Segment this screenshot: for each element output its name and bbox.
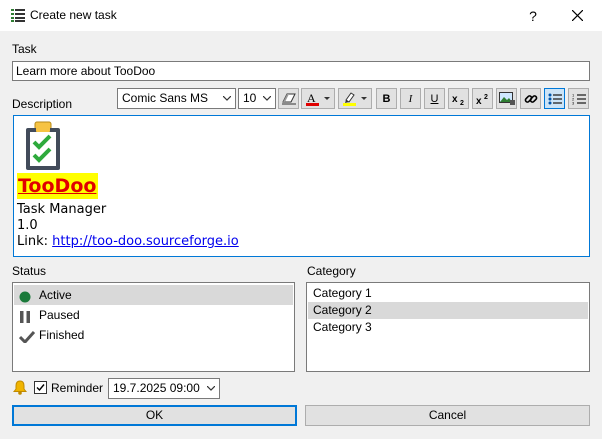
underline-button[interactable]: U <box>424 88 445 109</box>
svg-text:3: 3 <box>572 100 575 105</box>
task-list-icon <box>11 8 25 22</box>
close-icon <box>571 8 583 24</box>
cancel-button[interactable]: Cancel <box>305 405 590 426</box>
bold-button[interactable]: B <box>376 88 397 109</box>
highlighter-icon <box>342 91 368 107</box>
brand-name: TooDoo <box>17 173 99 199</box>
status-label: Status <box>12 264 47 278</box>
link-prefix: Link: <box>17 234 53 249</box>
image-icon <box>498 92 515 105</box>
version-line: 1.0 <box>17 218 38 233</box>
status-item-active[interactable]: Active <box>14 285 293 305</box>
svg-text:2: 2 <box>460 100 464 105</box>
status-item-paused[interactable]: Paused <box>14 305 293 325</box>
numbered-list-icon: 123 <box>572 93 586 105</box>
reminder-checkbox[interactable] <box>34 381 47 394</box>
font-color-button[interactable]: A <box>301 88 335 109</box>
ok-button[interactable]: OK <box>12 405 297 426</box>
superscript-button[interactable]: x2 <box>472 88 493 109</box>
chevron-down-icon <box>223 96 231 101</box>
title-bar: Create new task ? <box>0 0 602 31</box>
subscript-icon: x2 <box>452 93 466 105</box>
description-editor[interactable]: TooDoo Task Manager 1.0 Link: http://too… <box>13 115 590 257</box>
status-item-label: Finished <box>39 328 85 342</box>
checkmark-icon <box>36 384 45 392</box>
window-title: Create new task <box>30 8 117 22</box>
product-line: Task Manager <box>17 202 107 217</box>
reminder-datetime-value: 19.7.2025 09:00 <box>113 381 200 395</box>
insert-link-button[interactable] <box>520 88 541 109</box>
bullet-list-icon <box>548 93 562 105</box>
status-list[interactable]: Active Paused Finished <box>12 282 295 372</box>
svg-text:x: x <box>476 96 482 105</box>
chevron-down-icon <box>207 386 215 391</box>
status-item-label: Active <box>39 288 72 302</box>
reminder-label: Reminder <box>51 381 104 395</box>
numbered-list-button[interactable]: 123 <box>568 88 589 109</box>
font-size-value: 10 <box>243 91 257 105</box>
active-dot-icon <box>19 289 31 303</box>
font-color-icon: A <box>305 91 331 107</box>
website-link[interactable]: http://too-doo.sourceforge.io <box>52 234 239 249</box>
category-label: Category <box>307 264 356 278</box>
category-list[interactable]: Category 1 Category 2 Category 3 <box>306 282 590 372</box>
category-item[interactable]: Category 1 <box>308 285 588 302</box>
svg-text:x: x <box>452 94 458 105</box>
insert-image-button[interactable] <box>496 88 517 109</box>
checkmark-icon <box>18 329 36 345</box>
chevron-down-icon <box>263 96 271 101</box>
font-size-select[interactable]: 10 <box>238 88 276 109</box>
clear-format-button[interactable] <box>278 88 299 109</box>
pause-icon <box>19 309 31 323</box>
close-button[interactable] <box>555 0 599 31</box>
task-name-input[interactable]: Learn more about TooDoo <box>12 61 590 81</box>
task-label: Task <box>12 42 37 56</box>
status-item-label: Paused <box>39 308 80 322</box>
superscript-icon: x2 <box>476 93 490 105</box>
link-line: Link: http://too-doo.sourceforge.io <box>17 234 239 249</box>
eraser-icon <box>281 93 296 105</box>
bell-icon <box>12 380 28 398</box>
highlight-color-button[interactable] <box>338 88 372 109</box>
font-family-select[interactable]: Comic Sans MS <box>117 88 236 109</box>
clipboard-check-icon <box>23 121 63 173</box>
status-item-finished[interactable]: Finished <box>14 325 293 345</box>
category-item[interactable]: Category 3 <box>308 319 588 336</box>
reminder-datetime-picker[interactable]: 19.7.2025 09:00 <box>108 378 220 399</box>
help-button[interactable]: ? <box>511 0 555 31</box>
svg-text:A: A <box>307 91 316 105</box>
description-label: Description <box>12 97 73 111</box>
svg-text:2: 2 <box>484 94 488 101</box>
subscript-button[interactable]: x2 <box>448 88 469 109</box>
font-family-value: Comic Sans MS <box>122 91 209 105</box>
link-icon <box>524 92 538 106</box>
bullet-list-button[interactable] <box>544 88 565 109</box>
italic-button[interactable]: I <box>400 88 421 109</box>
category-item[interactable]: Category 2 <box>308 302 588 319</box>
